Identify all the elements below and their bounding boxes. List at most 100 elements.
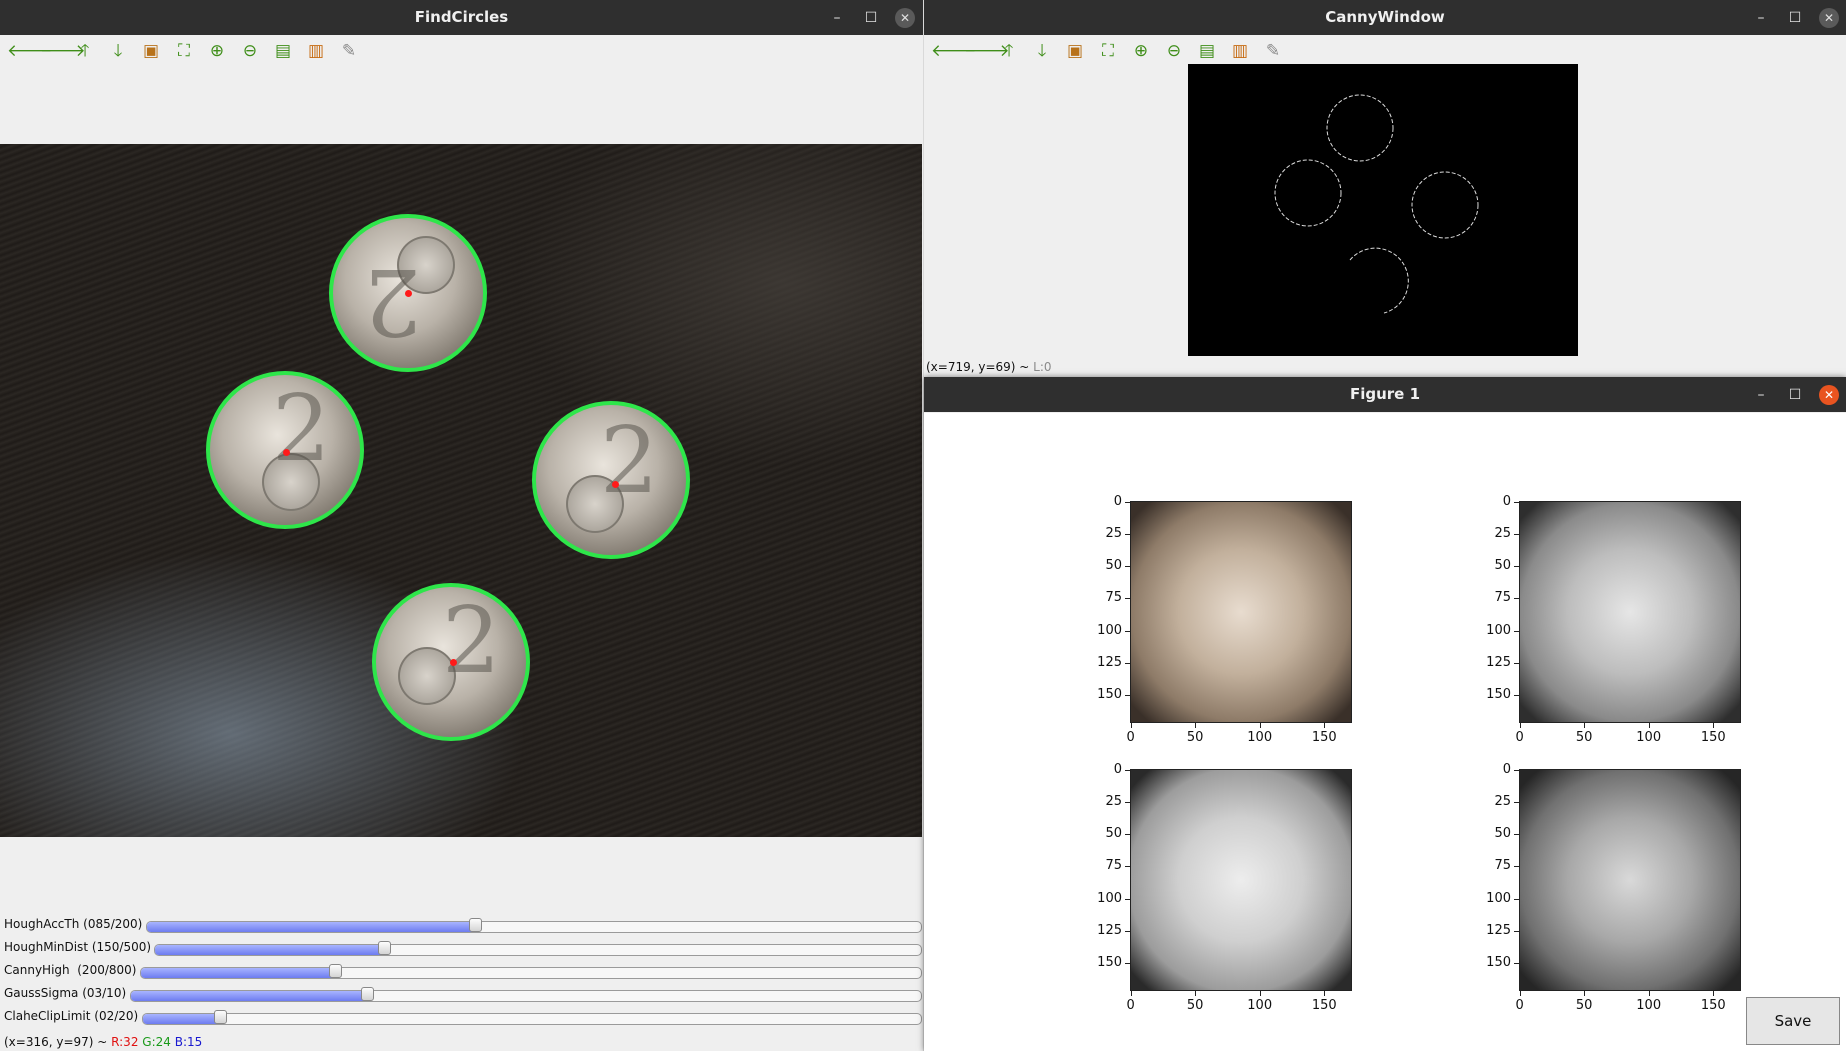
- status-level: L:0: [1033, 360, 1052, 374]
- findcircles-window: FindCircles – ☐ ✕ 🡐 🡒 🡑 🡓 ▣ ⛶ ⊕ ⊖ ▤ ▥ ✎ …: [0, 0, 923, 1051]
- trackbar-label: HoughAccTh (085/200): [4, 917, 143, 931]
- x-tick-mark: [1195, 723, 1197, 728]
- y-tick-mark: [1125, 598, 1130, 600]
- arrow-right-icon[interactable]: 🡒: [964, 40, 1010, 62]
- arrow-up-icon[interactable]: 🡑: [997, 40, 1021, 62]
- y-tick-label: 25: [1105, 793, 1122, 809]
- trackbar-handle[interactable]: [377, 941, 391, 955]
- arrow-right-icon[interactable]: 🡒: [40, 40, 86, 62]
- trackbar-houghmindist: HoughMinDist (150/500): [0, 937, 922, 960]
- edge-circle: [1411, 171, 1479, 239]
- x-tick-label: 0: [1126, 998, 1135, 1013]
- x-tick-mark: [1648, 723, 1650, 728]
- x-tick-mark: [1713, 723, 1715, 728]
- save-icon[interactable]: ▤: [1195, 40, 1219, 62]
- status-red: R:32: [111, 1035, 139, 1049]
- brush-icon[interactable]: ✎: [337, 40, 361, 62]
- coin-crop-image: [1130, 769, 1352, 991]
- maximize-icon[interactable]: ☐: [1785, 8, 1805, 28]
- y-tick-label: 50: [1105, 558, 1122, 574]
- figure-titlebar[interactable]: Figure 1 – ☐ ✕: [924, 377, 1846, 412]
- status-green: G:24: [142, 1035, 171, 1049]
- save-button[interactable]: Save: [1746, 997, 1840, 1045]
- y-tick-mark: [1514, 598, 1519, 600]
- trackbar-track[interactable]: [142, 1013, 922, 1025]
- y-tick-label: 0: [1113, 493, 1122, 509]
- close-icon[interactable]: ✕: [895, 8, 915, 28]
- trackbar-claheclip: ClaheClipLimit (02/20): [0, 1006, 922, 1029]
- trackbar-handle[interactable]: [213, 1010, 227, 1024]
- coin-detection-2: 2: [206, 371, 364, 529]
- y-tick-label: 125: [1097, 922, 1122, 938]
- findcircles-titlebar[interactable]: FindCircles – ☐ ✕: [0, 0, 923, 35]
- image-icon[interactable]: ▣: [139, 40, 163, 62]
- minimize-icon[interactable]: –: [1751, 385, 1771, 405]
- trackbar-handle[interactable]: [468, 918, 482, 932]
- close-icon[interactable]: ✕: [1819, 385, 1839, 405]
- close-icon[interactable]: ✕: [1819, 8, 1839, 28]
- trackbar-track[interactable]: [154, 944, 922, 956]
- trackbar-track[interactable]: [130, 990, 922, 1002]
- trackbar-handle[interactable]: [361, 987, 374, 1001]
- trackbar-label: GaussSigma (03/10): [4, 986, 127, 1000]
- arrow-up-icon[interactable]: 🡑: [73, 40, 97, 62]
- y-tick-label: 100: [1486, 622, 1511, 638]
- fit-icon[interactable]: ⛶: [1096, 40, 1120, 62]
- minimize-icon[interactable]: –: [1751, 8, 1771, 28]
- x-tick-label: 50: [1186, 998, 1204, 1013]
- trackbar-track[interactable]: [140, 967, 922, 979]
- coin-numeral: 2: [442, 587, 501, 694]
- trackbar-handle[interactable]: [329, 964, 342, 978]
- y-tick-label: 150: [1486, 687, 1511, 703]
- minimize-icon[interactable]: –: [827, 8, 847, 28]
- fit-icon[interactable]: ⛶: [172, 40, 196, 62]
- trackbar-label: HoughMinDist (150/500): [4, 940, 152, 954]
- x-tick-label: 50: [1186, 730, 1204, 745]
- x-tick-mark: [1584, 991, 1586, 996]
- arrow-left-icon[interactable]: 🡐: [931, 40, 977, 62]
- y-tick-label: 0: [1502, 761, 1511, 777]
- trackbar-fill: [147, 922, 476, 932]
- zoom-in-icon[interactable]: ⊕: [1129, 40, 1153, 62]
- trackbar-houghaccth: HoughAccTh (085/200): [0, 914, 922, 937]
- coins-image[interactable]: 2 2 2 2: [0, 144, 922, 837]
- circle-center-dot: [405, 290, 412, 297]
- x-tick-label: 50: [1575, 998, 1593, 1013]
- trackbar-track[interactable]: [146, 921, 922, 933]
- x-tick-mark: [1259, 723, 1261, 728]
- maximize-icon[interactable]: ☐: [861, 8, 881, 28]
- y-tick-mark: [1125, 866, 1130, 868]
- canny-titlebar[interactable]: CannyWindow – ☐ ✕: [924, 0, 1846, 35]
- maximize-icon[interactable]: ☐: [1785, 385, 1805, 405]
- trackbar-fill: [141, 968, 336, 978]
- trackbar-cannyhigh: CannyHigh (200/800): [0, 960, 922, 983]
- y-tick-mark: [1125, 662, 1130, 664]
- y-tick-mark: [1125, 898, 1130, 900]
- canny-edge-image[interactable]: [1188, 64, 1578, 356]
- arrow-left-icon[interactable]: 🡐: [7, 40, 53, 62]
- image-icon[interactable]: ▣: [1063, 40, 1087, 62]
- arrow-down-icon[interactable]: 🡓: [1030, 40, 1054, 62]
- y-tick-mark: [1514, 834, 1519, 836]
- clipboard-icon[interactable]: ▥: [1228, 40, 1252, 62]
- coin-crop-image: [1519, 501, 1741, 723]
- y-tick-label: 0: [1502, 493, 1511, 509]
- zoom-out-icon[interactable]: ⊖: [1162, 40, 1186, 62]
- y-tick-label: 75: [1105, 590, 1122, 606]
- brush-icon[interactable]: ✎: [1261, 40, 1285, 62]
- save-icon[interactable]: ▤: [271, 40, 295, 62]
- x-tick-label: 100: [1247, 730, 1273, 745]
- x-tick-mark: [1259, 991, 1261, 996]
- coin-detection-4: 2: [372, 583, 530, 741]
- x-tick-label: 150: [1311, 730, 1337, 745]
- zoom-in-icon[interactable]: ⊕: [205, 40, 229, 62]
- clipboard-icon[interactable]: ▥: [304, 40, 328, 62]
- coin-detection-3: 2: [532, 401, 690, 559]
- x-tick-mark: [1648, 991, 1650, 996]
- zoom-out-icon[interactable]: ⊖: [238, 40, 262, 62]
- status-blue: B:15: [174, 1035, 203, 1049]
- arrow-down-icon[interactable]: 🡓: [106, 40, 130, 62]
- y-tick-label: 150: [1486, 955, 1511, 971]
- x-tick-label: 0: [1126, 730, 1135, 745]
- x-tick-label: 100: [1636, 998, 1662, 1013]
